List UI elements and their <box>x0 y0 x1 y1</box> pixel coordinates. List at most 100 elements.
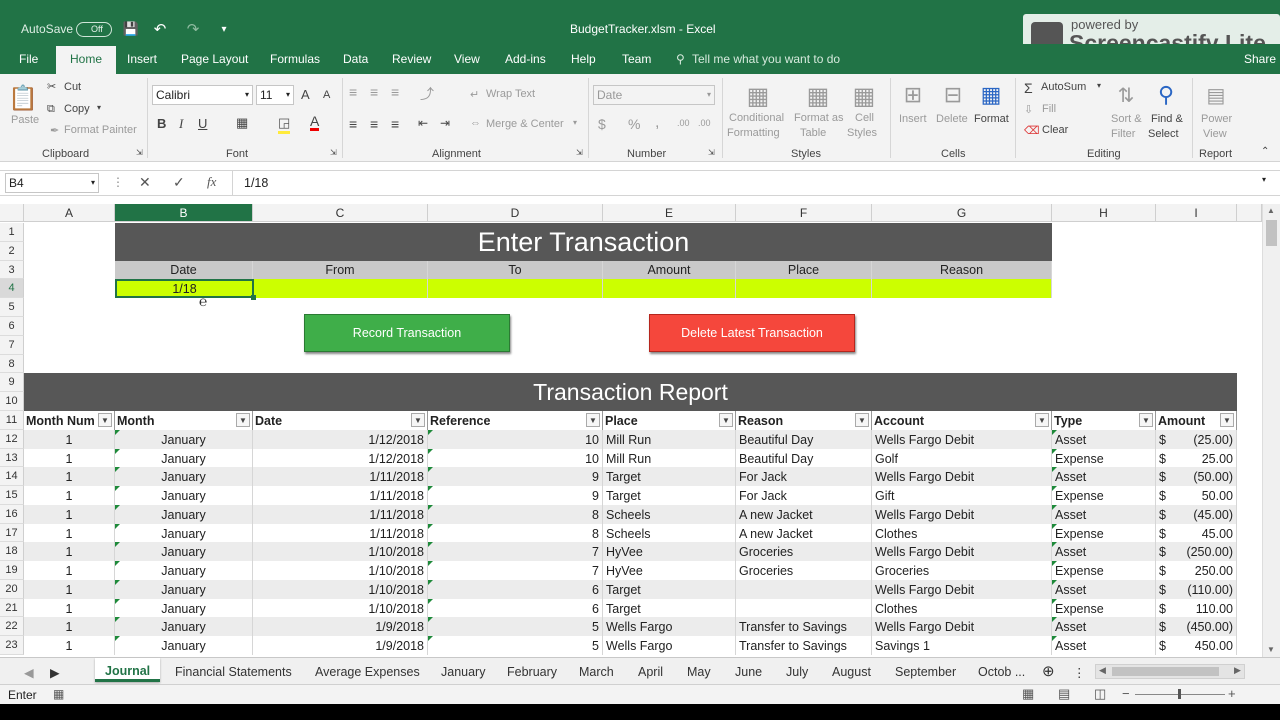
delete-cells-button[interactable]: Delete <box>936 113 968 125</box>
insert-cells-icon[interactable]: ⊞ <box>899 80 927 110</box>
customize-qat-icon[interactable]: ▾ <box>218 20 230 38</box>
tab-review[interactable]: Review <box>392 52 431 66</box>
cell-type[interactable]: Asset <box>1052 467 1156 486</box>
filter-dropdown-icon[interactable]: ▼ <box>855 413 869 427</box>
row-header-18[interactable]: 18 <box>0 542 24 561</box>
vertical-scroll-thumb[interactable] <box>1266 220 1277 246</box>
clipboard-launcher-icon[interactable]: ⇲ <box>136 148 143 157</box>
cell-styles-label-2[interactable]: Styles <box>847 127 877 139</box>
cell-month[interactable]: January <box>115 505 253 524</box>
cell-place[interactable]: Mill Run <box>603 430 736 449</box>
sheet-tab-july[interactable]: July <box>786 665 808 679</box>
cell-month-num[interactable]: 1 <box>24 580 115 599</box>
row-header-20[interactable]: 20 <box>0 580 24 599</box>
undo-icon[interactable]: ↶ <box>150 20 170 38</box>
cell-month[interactable]: January <box>115 542 253 561</box>
entry-date-cell[interactable]: 1/18 <box>115 279 254 298</box>
font-color-icon[interactable]: A <box>310 114 320 131</box>
cell-place[interactable]: Scheels <box>603 524 736 543</box>
collapse-ribbon-icon[interactable]: ⌃ <box>1261 146 1269 157</box>
col-header-h[interactable]: H <box>1052 204 1156 222</box>
fill-icon[interactable]: ⇩ <box>1024 103 1033 116</box>
wrap-text-button[interactable]: Wrap Text <box>486 88 535 100</box>
cell-month-num[interactable]: 1 <box>24 542 115 561</box>
horizontal-scrollbar[interactable]: ◀ ▶ <box>1095 664 1245 679</box>
wrap-text-icon[interactable]: ↵ <box>470 88 479 101</box>
power-view-label-1[interactable]: Power <box>1201 113 1232 125</box>
cell-date[interactable]: 1/10/2018 <box>253 561 428 580</box>
filter-dropdown-icon[interactable]: ▼ <box>1220 413 1234 427</box>
zoom-slider-thumb[interactable] <box>1178 689 1181 699</box>
scroll-down-icon[interactable]: ▼ <box>1267 645 1275 654</box>
sheet-tab-may[interactable]: May <box>687 665 711 679</box>
row-header-1[interactable]: 1 <box>0 223 24 242</box>
filter-dropdown-icon[interactable]: ▼ <box>236 413 250 427</box>
zoom-in-icon[interactable]: + <box>1228 686 1236 701</box>
clear-button[interactable]: Clear <box>1042 124 1068 136</box>
number-launcher-icon[interactable]: ⇲ <box>708 148 715 157</box>
autosum-dropdown-icon[interactable]: ▾ <box>1097 81 1101 90</box>
cell-amount[interactable]: $450.00 <box>1156 636 1237 655</box>
cell-month[interactable]: January <box>115 524 253 543</box>
tab-file[interactable]: File <box>19 52 38 66</box>
share-button[interactable]: Share <box>1244 52 1276 66</box>
cell-amount[interactable]: $110.00 <box>1156 599 1237 618</box>
col-header-i[interactable]: I <box>1156 204 1237 222</box>
cell-account[interactable]: Golf <box>872 449 1052 468</box>
cell-type[interactable]: Asset <box>1052 636 1156 655</box>
filter-dropdown-icon[interactable]: ▼ <box>411 413 425 427</box>
sheet-tab-march[interactable]: March <box>579 665 614 679</box>
cell-reason[interactable]: For Jack <box>736 486 872 505</box>
cell-reference[interactable]: 8 <box>428 505 603 524</box>
cell-account[interactable]: Wells Fargo Debit <box>872 580 1052 599</box>
cell-reference[interactable]: 10 <box>428 430 603 449</box>
cell-reference[interactable]: 9 <box>428 486 603 505</box>
row-header-7[interactable]: 7 <box>0 336 24 355</box>
filter-dropdown-icon[interactable]: ▼ <box>586 413 600 427</box>
fill-color-icon[interactable]: ◲ <box>278 115 291 134</box>
cell-account[interactable]: Wells Fargo Debit <box>872 505 1052 524</box>
copy-button[interactable]: Copy <box>64 103 90 115</box>
sheet-tab-september[interactable]: September <box>895 665 956 679</box>
cell-date[interactable]: 1/10/2018 <box>253 542 428 561</box>
cell-place[interactable]: Target <box>603 467 736 486</box>
row-header-16[interactable]: 16 <box>0 505 24 524</box>
conditional-formatting-label-1[interactable]: Conditional <box>729 112 784 124</box>
cell-reason[interactable]: Transfer to Savings <box>736 617 872 636</box>
grow-font-icon[interactable]: A <box>301 87 310 102</box>
cell-reference[interactable]: 9 <box>428 467 603 486</box>
entry-to-cell[interactable] <box>428 279 603 298</box>
row-header-19[interactable]: 19 <box>0 561 24 580</box>
sheet-tab-january[interactable]: January <box>441 665 485 679</box>
autosum-button[interactable]: AutoSum <box>1041 81 1086 93</box>
filter-dropdown-icon[interactable]: ▼ <box>719 413 733 427</box>
tab-page-layout[interactable]: Page Layout <box>181 52 248 66</box>
tab-home[interactable]: Home <box>56 46 117 74</box>
cell-type[interactable]: Expense <box>1052 599 1156 618</box>
tab-options-icon[interactable]: ⋮ <box>1073 665 1086 680</box>
format-cells-button[interactable]: Format <box>974 113 1009 125</box>
cell-type[interactable]: Asset <box>1052 580 1156 599</box>
cell-place[interactable]: Wells Fargo <box>603 636 736 655</box>
format-as-table-label-2[interactable]: Table <box>800 127 826 139</box>
find-select-icon[interactable]: ⚲ <box>1151 80 1181 110</box>
row-header-14[interactable]: 14 <box>0 467 24 486</box>
sort-filter-label-2[interactable]: Filter <box>1111 128 1135 140</box>
entry-place-cell[interactable] <box>736 279 872 298</box>
tell-me-box[interactable]: Tell me what you want to do <box>692 52 840 66</box>
cell-account[interactable]: Clothes <box>872 599 1052 618</box>
cell-account[interactable]: Clothes <box>872 524 1052 543</box>
row-header-8[interactable]: 8 <box>0 355 24 373</box>
tab-view[interactable]: View <box>454 52 480 66</box>
italic-button[interactable]: I <box>179 116 183 132</box>
next-sheet-icon[interactable]: ▶ <box>50 665 60 680</box>
col-header-g[interactable]: G <box>872 204 1052 222</box>
select-all-corner[interactable] <box>0 204 24 222</box>
cell-month-num[interactable]: 1 <box>24 467 115 486</box>
sheet-tab-average-expenses[interactable]: Average Expenses <box>315 665 420 679</box>
cell-date[interactable]: 1/11/2018 <box>253 467 428 486</box>
find-select-label-2[interactable]: Select <box>1148 128 1179 140</box>
decrease-indent-icon[interactable]: ⇤ <box>418 116 428 130</box>
cell-date[interactable]: 1/11/2018 <box>253 524 428 543</box>
redo-icon[interactable]: ↷ <box>183 20 203 38</box>
